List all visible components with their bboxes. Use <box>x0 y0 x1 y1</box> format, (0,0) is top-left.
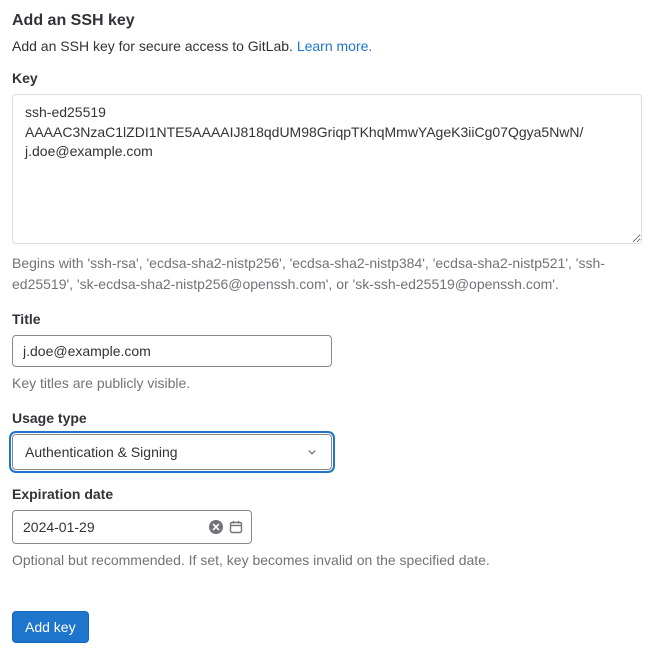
expiration-help-text: Optional but recommended. If set, key be… <box>12 550 642 571</box>
intro-text: Add an SSH key for secure access to GitL… <box>12 38 642 54</box>
expiration-date-label: Expiration date <box>12 486 642 502</box>
clear-icon[interactable] <box>208 517 224 537</box>
title-help-text: Key titles are publicly visible. <box>12 373 642 394</box>
key-textarea[interactable]: ssh-ed25519 AAAAC3NzaC1lZDI1NTE5AAAAIJ81… <box>12 94 642 244</box>
expiration-date-field[interactable] <box>12 510 252 544</box>
key-label: Key <box>12 70 642 86</box>
page-title: Add an SSH key <box>12 12 642 30</box>
usage-type-label: Usage type <box>12 410 642 426</box>
chevron-down-icon <box>305 445 319 459</box>
calendar-icon[interactable] <box>228 517 244 537</box>
expiration-date-input[interactable] <box>23 519 204 535</box>
usage-type-select[interactable]: Authentication & Signing <box>12 434 332 470</box>
title-input[interactable] <box>12 335 332 367</box>
key-help-text: Begins with 'ssh-rsa', 'ecdsa-sha2-nistp… <box>12 253 642 295</box>
usage-type-value: Authentication & Signing <box>25 444 305 460</box>
add-key-button[interactable]: Add key <box>12 611 89 643</box>
intro-prefix: Add an SSH key for secure access to GitL… <box>12 38 297 54</box>
learn-more-link[interactable]: Learn more. <box>297 38 372 54</box>
title-label: Title <box>12 311 642 327</box>
